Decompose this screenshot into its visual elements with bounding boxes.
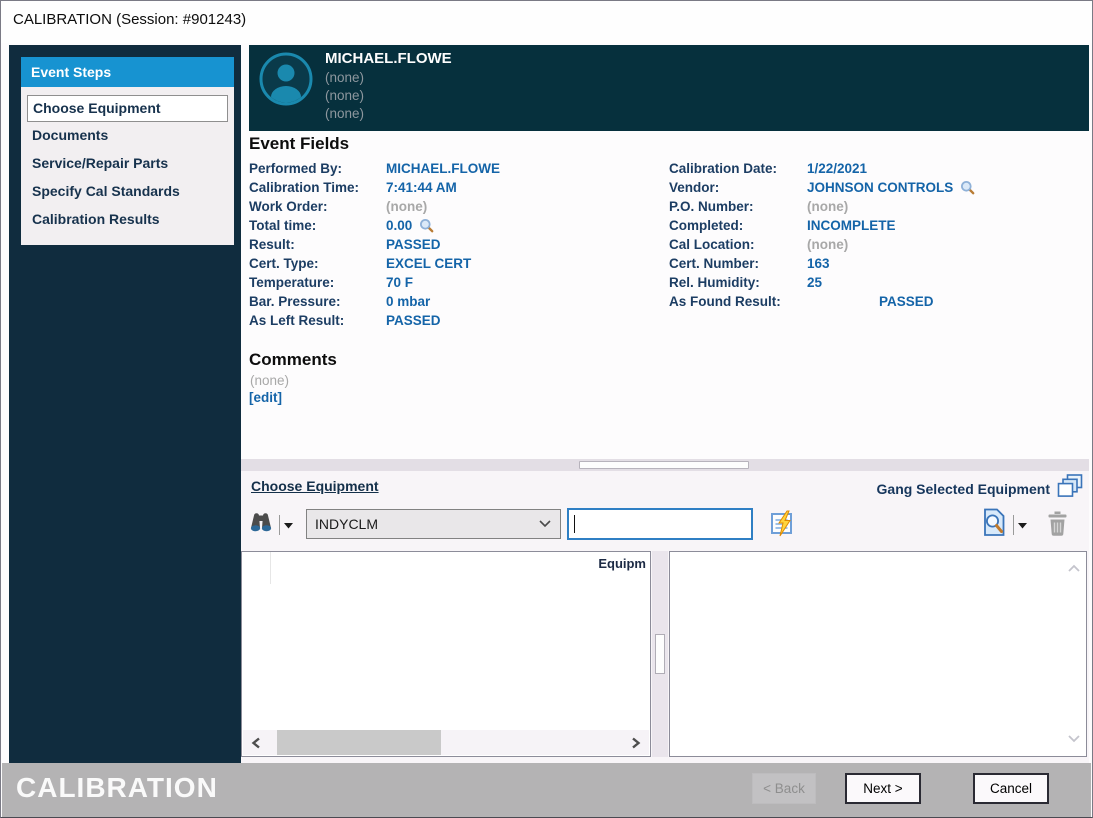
event-steps-header: Event Steps — [21, 57, 234, 87]
field-work-order: Work Order: (none) — [249, 197, 659, 216]
choose-equipment-panel: Choose Equipment Gang Selected Equipment — [241, 471, 1089, 763]
field-temperature: Temperature: 70 F — [249, 273, 659, 292]
user-name: MICHAEL.FLOWE — [325, 50, 452, 67]
chevron-down-icon — [538, 515, 552, 533]
text-caret — [574, 515, 575, 533]
equipment-category-combobox[interactable]: INDYCLM — [306, 509, 561, 539]
back-button[interactable]: < Back — [752, 773, 816, 804]
selected-equipment-list[interactable] — [669, 551, 1087, 757]
field-as-found-result: As Found Result: PASSED — [669, 292, 1089, 311]
field-completed: Completed: INCOMPLETE — [669, 216, 1089, 235]
total-time-lookup-icon[interactable] — [419, 218, 434, 233]
document-magnifier-icon — [982, 508, 1007, 542]
preview-equipment-button[interactable] — [982, 508, 1027, 542]
stacked-windows-icon — [1057, 474, 1083, 503]
equipment-results-list[interactable]: Equipm — [241, 551, 651, 757]
footer-bar: CALIBRATION < Back Next > Cancel — [2, 763, 1091, 818]
comments-value: (none) — [250, 373, 289, 388]
gang-selected-equipment-label: Gang Selected Equipment — [877, 481, 1050, 497]
pane-splitter[interactable] — [241, 459, 1089, 471]
gang-selected-equipment-button[interactable]: Gang Selected Equipment — [877, 474, 1083, 503]
preview-dropdown-arrow-icon[interactable] — [1018, 516, 1027, 534]
quick-edit-icon[interactable] — [769, 510, 796, 542]
splitter-grip[interactable] — [579, 461, 749, 469]
field-cert-number: Cert. Number: 163 — [669, 254, 1089, 273]
avatar-icon — [259, 52, 313, 111]
delete-equipment-icon[interactable] — [1046, 510, 1069, 542]
user-detail-2: (none) — [325, 88, 364, 103]
scroll-left-arrow-icon[interactable] — [243, 730, 269, 755]
binoculars-icon — [249, 511, 273, 538]
field-calibration-time: Calibration Time: 7:41:44 AM — [249, 178, 659, 197]
step-calibration-results[interactable]: Calibration Results — [27, 207, 228, 234]
field-as-left-result: As Left Result: PASSED — [249, 311, 659, 330]
field-rel-humidity: Rel. Humidity: 25 — [669, 273, 1089, 292]
vendor-lookup-icon[interactable] — [960, 180, 975, 195]
divider — [1013, 515, 1014, 535]
title-bar: CALIBRATION (Session: #901243) — [1, 1, 1092, 43]
field-calibration-date: Calibration Date: 1/22/2021 — [669, 159, 1089, 178]
equipment-column-header[interactable]: Equipm — [598, 556, 646, 571]
event-fields-right-column: Calibration Date: 1/22/2021 Vendor: JOHN… — [669, 159, 1089, 311]
field-result: Result: PASSED — [249, 235, 659, 254]
calibration-dialog: CALIBRATION (Session: #901243) Event Ste… — [0, 0, 1093, 818]
field-po-number: P.O. Number: (none) — [669, 197, 1089, 216]
user-header-banner: MICHAEL.FLOWE (none) (none) (none) — [249, 45, 1089, 131]
step-specify-cal-standards[interactable]: Specify Cal Standards — [27, 179, 228, 206]
user-detail-3: (none) — [325, 106, 364, 121]
footer-banner: CALIBRATION — [16, 772, 218, 804]
user-detail-1: (none) — [325, 70, 364, 85]
sidebar: Event Steps Choose Equipment Documents S… — [9, 45, 241, 763]
next-button[interactable]: Next > — [845, 773, 921, 804]
field-bar-pressure: Bar. Pressure: 0 mbar — [249, 292, 659, 311]
window-title: CALIBRATION (Session: #901243) — [13, 11, 246, 28]
cancel-button[interactable]: Cancel — [973, 773, 1049, 804]
step-documents[interactable]: Documents — [27, 123, 228, 150]
find-dropdown-arrow-icon[interactable] — [284, 516, 293, 534]
step-choose-equipment[interactable]: Choose Equipment — [27, 95, 228, 122]
vertical-scroll-thumb[interactable] — [655, 634, 665, 674]
scroll-right-arrow-icon[interactable] — [623, 730, 649, 755]
step-service-repair-parts[interactable]: Service/Repair Parts — [27, 151, 228, 178]
comments-heading: Comments — [249, 350, 337, 370]
divider — [279, 515, 280, 535]
field-vendor: Vendor: JOHNSON CONTROLS — [669, 178, 1089, 197]
horizontal-scroll-thumb[interactable] — [277, 730, 441, 755]
vertical-scrollbar[interactable] — [652, 551, 668, 757]
event-fields-left-column: Performed By: MICHAEL.FLOWE Calibration … — [249, 159, 659, 330]
field-total-time: Total time: 0.00 — [249, 216, 659, 235]
equipment-search-input[interactable] — [567, 508, 753, 540]
column-divider — [270, 552, 271, 584]
choose-equipment-heading: Choose Equipment — [251, 478, 379, 494]
scroll-down-arrow-icon[interactable] — [1067, 730, 1081, 748]
field-cert-type: Cert. Type: EXCEL CERT — [249, 254, 659, 273]
combobox-value: INDYCLM — [315, 516, 538, 532]
field-cal-location: Cal Location: (none) — [669, 235, 1089, 254]
event-steps-panel: Event Steps Choose Equipment Documents S… — [21, 57, 234, 245]
comments-edit-link[interactable]: [edit] — [249, 390, 282, 405]
horizontal-scrollbar[interactable] — [243, 730, 649, 755]
equipment-toolbar: INDYCLM — [241, 507, 1089, 543]
event-fields-heading: Event Fields — [249, 134, 349, 154]
field-performed-by: Performed By: MICHAEL.FLOWE — [249, 159, 659, 178]
find-equipment-button[interactable] — [249, 511, 293, 538]
scroll-up-arrow-icon[interactable] — [1067, 560, 1081, 578]
